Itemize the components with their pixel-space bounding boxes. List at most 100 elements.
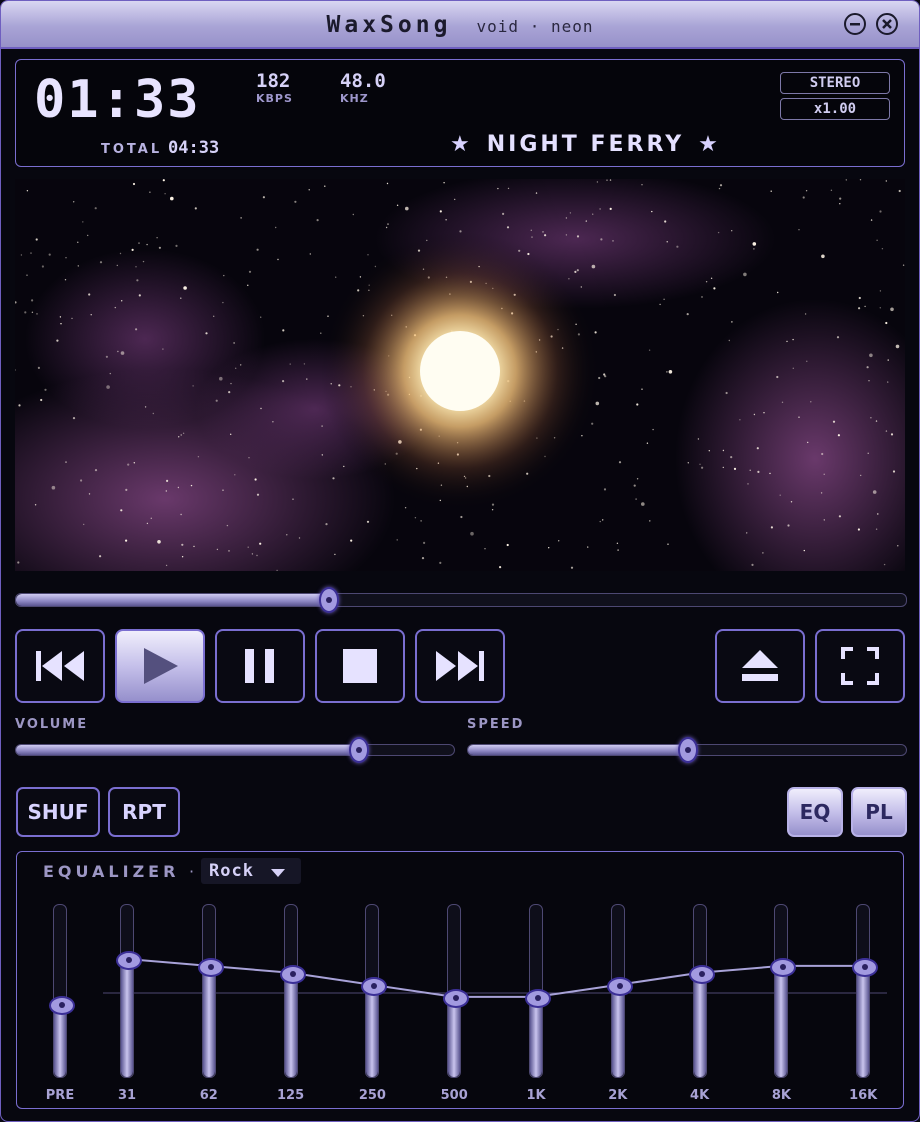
seek-handle[interactable] — [318, 587, 339, 613]
eq-band-62-handle[interactable] — [197, 957, 224, 977]
minimize-button[interactable] — [844, 13, 866, 35]
star — [181, 556, 184, 558]
star — [180, 513, 182, 516]
eq-band-125-handle[interactable] — [279, 964, 306, 984]
star — [616, 542, 619, 544]
star — [659, 303, 661, 306]
samplerate-readout: 48.0 KHZ — [340, 70, 386, 105]
eq-band-125-slider[interactable] — [283, 904, 298, 1078]
equalizer-panel: EQUALIZER · Rock PRE 31 62 125 250 500 1K 2K 4K 8… — [16, 851, 904, 1109]
star — [599, 520, 601, 523]
star — [309, 253, 311, 255]
star — [898, 189, 901, 193]
star — [892, 470, 896, 473]
star — [385, 226, 388, 229]
speed-slider[interactable] — [467, 737, 907, 763]
eq-band-31-handle[interactable] — [116, 951, 142, 971]
volume-handle[interactable] — [348, 737, 369, 763]
star — [499, 566, 502, 569]
seek-bar[interactable] — [15, 587, 907, 613]
star — [37, 366, 40, 369]
seek-fill — [16, 594, 328, 606]
star — [289, 363, 291, 365]
star-icon: ★ — [698, 132, 721, 157]
eq-preamp-handle[interactable] — [49, 995, 75, 1015]
stop-button[interactable] — [315, 629, 405, 703]
star — [810, 401, 812, 403]
speed-handle[interactable] — [678, 737, 698, 763]
star — [890, 307, 894, 312]
star — [804, 313, 807, 315]
repeat-button[interactable]: RPT — [108, 787, 180, 837]
star — [228, 391, 231, 394]
star — [885, 321, 888, 325]
star — [686, 313, 689, 316]
star — [178, 436, 180, 438]
play-button[interactable] — [115, 629, 205, 703]
star — [739, 419, 741, 421]
star — [222, 301, 224, 304]
playlist-toggle-button[interactable]: PL — [851, 787, 907, 837]
fullscreen-button[interactable] — [815, 629, 905, 703]
star — [460, 515, 463, 519]
samplerate-unit: KHZ — [340, 92, 369, 105]
star — [350, 539, 353, 542]
star — [609, 179, 612, 181]
eq-band-62-fill — [202, 966, 215, 1077]
star — [585, 220, 587, 222]
title-bar[interactable]: WaxSong void · neon — [1, 1, 919, 49]
eq-band-500-handle[interactable] — [443, 988, 470, 1008]
star — [652, 428, 654, 431]
close-button[interactable] — [876, 13, 898, 35]
star — [506, 226, 510, 229]
star — [404, 507, 407, 509]
star — [226, 524, 229, 527]
star — [885, 430, 888, 432]
star — [747, 483, 749, 485]
star — [308, 189, 310, 191]
star — [599, 208, 601, 210]
star — [320, 332, 322, 334]
eject-button[interactable] — [715, 629, 805, 703]
star — [59, 316, 62, 318]
eq-band-62-slider[interactable] — [201, 904, 216, 1078]
eq-band-31-slider[interactable] — [120, 904, 134, 1078]
time-seconds: 33 — [133, 70, 201, 130]
eq-band-8k-label: 8K — [771, 1088, 791, 1103]
eq-band-4k-slider[interactable] — [692, 904, 707, 1078]
star — [722, 466, 724, 469]
eq-band-250-handle[interactable] — [361, 976, 388, 996]
star — [881, 248, 884, 250]
star — [743, 272, 747, 277]
eq-band-4k-handle[interactable] — [688, 964, 715, 984]
star — [859, 179, 862, 181]
close-icon — [882, 19, 892, 29]
eq-preamp-slider[interactable] — [53, 904, 67, 1078]
star — [445, 219, 447, 221]
pause-button[interactable] — [215, 629, 305, 703]
eq-band-8k-slider[interactable] — [774, 904, 789, 1078]
star — [138, 294, 141, 297]
star — [701, 296, 703, 298]
star — [722, 449, 725, 452]
eq-band-16k-handle[interactable] — [852, 957, 879, 977]
star — [175, 244, 178, 247]
next-button[interactable] — [415, 629, 505, 703]
star — [717, 231, 720, 234]
star — [282, 329, 285, 332]
star — [753, 248, 755, 250]
samplerate-value: 48.0 — [340, 70, 386, 92]
shuffle-button[interactable]: SHUF — [16, 787, 100, 837]
previous-button[interactable] — [15, 629, 105, 703]
eq-toggle-button[interactable]: EQ — [787, 787, 843, 837]
star — [36, 313, 38, 315]
star — [386, 182, 389, 185]
volume-slider[interactable] — [15, 737, 455, 763]
star — [531, 236, 533, 238]
eq-band-2k-handle[interactable] — [606, 976, 633, 996]
time-minutes: 01 — [34, 70, 101, 130]
eq-band-16k-slider[interactable] — [856, 904, 871, 1078]
eq-band-2k-fill — [611, 985, 624, 1077]
eq-band-1k-handle[interactable] — [525, 988, 551, 1008]
star — [35, 238, 38, 241]
